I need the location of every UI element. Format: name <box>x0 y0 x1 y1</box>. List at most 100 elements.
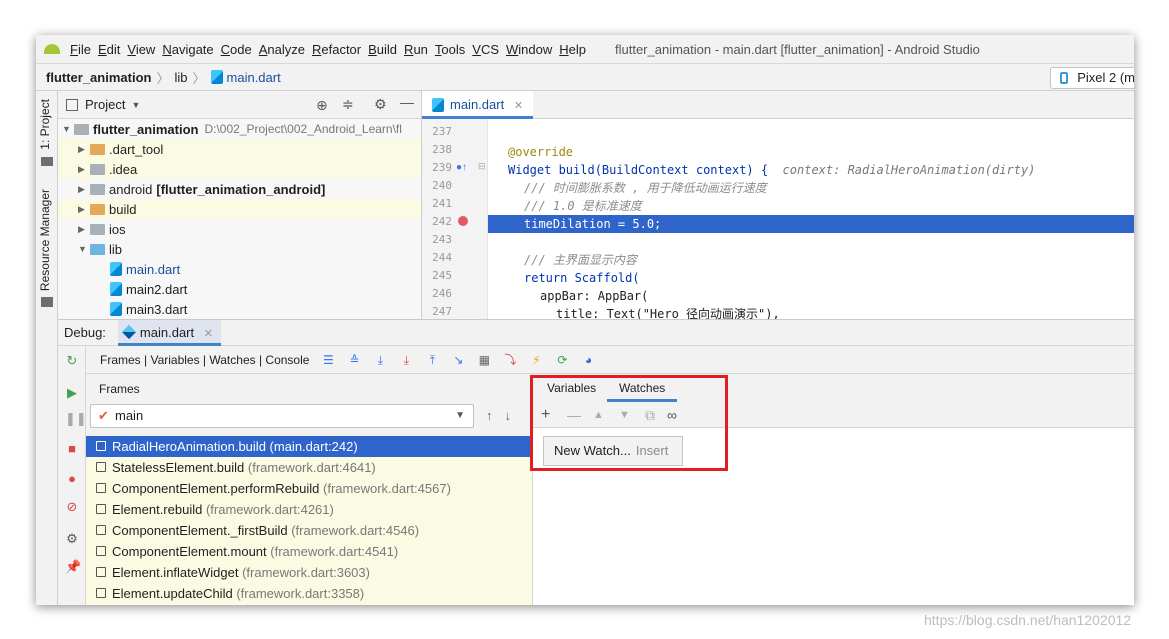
menu-tools[interactable]: Tools <box>435 42 472 57</box>
minimize-icon[interactable]: — <box>400 94 414 110</box>
project-view-dropdown[interactable]: Project <box>85 97 125 112</box>
stop-icon[interactable]: ■ <box>65 442 79 456</box>
menu-help[interactable]: Help <box>559 42 593 57</box>
menu-run[interactable]: Run <box>404 42 435 57</box>
collapsed-arrow-icon[interactable]: ▶ <box>78 204 90 215</box>
menu-edit[interactable]: Edit <box>98 42 127 57</box>
tree-item-android[interactable]: ▶ android [flutter_animation_android] <box>58 179 421 199</box>
root-name: flutter_animation <box>93 121 199 137</box>
frame-row[interactable]: ComponentElement.mount (framework.dart:4… <box>86 541 532 562</box>
step-into-icon[interactable]: ⤓ <box>399 353 413 367</box>
breakpoint-icon[interactable] <box>458 216 468 226</box>
menu-window[interactable]: Window <box>506 42 559 57</box>
breadcrumb-project[interactable]: flutter_animation <box>46 70 151 85</box>
frame-row[interactable]: Element.rebuild (framework.dart:4261) <box>86 499 532 520</box>
expanded-arrow-icon[interactable]: ▼ <box>62 124 74 134</box>
thread-selector[interactable]: ✔ main ▼ <box>90 404 474 428</box>
menu-file[interactable]: File <box>70 42 98 57</box>
layout-menu-icon[interactable]: ☰ <box>321 353 335 367</box>
collapsed-arrow-icon[interactable]: ▶ <box>78 144 90 155</box>
frame-row[interactable]: Element.inflateWidget (framework.dart:36… <box>86 562 532 583</box>
frames-header: Frames <box>99 382 140 396</box>
frame-row[interactable]: StatelessElement.build (framework.dart:4… <box>86 457 532 478</box>
collapsed-arrow-icon[interactable]: ▶ <box>78 184 90 195</box>
settings-icon[interactable]: ⚙ <box>65 532 79 546</box>
line-number: 237 <box>432 125 452 138</box>
breadcrumb-folder[interactable]: lib <box>174 70 187 85</box>
evaluate-expression-icon[interactable]: ▦ <box>477 353 491 367</box>
tree-item-main2-dart[interactable]: main2.dart <box>58 279 421 299</box>
tree-item-dart-tool[interactable]: ▶ .dart_tool <box>58 139 421 159</box>
menu-build[interactable]: Build <box>368 42 404 57</box>
step-out-icon[interactable]: ⤒ <box>425 353 439 367</box>
pause-icon[interactable]: ❚❚ <box>65 412 87 426</box>
tab-main-dart[interactable]: main.dart ✕ <box>422 91 534 119</box>
frame-row[interactable]: ComponentElement._firstBuild (framework.… <box>86 520 532 541</box>
frames-list: RadialHeroAnimation.build (main.dart:242… <box>86 436 532 605</box>
line-number: 243 <box>432 233 452 246</box>
code-line: @override <box>508 145 574 159</box>
view-breakpoints-icon[interactable]: ● <box>65 472 79 486</box>
menu-analyze[interactable]: Analyze <box>259 42 312 57</box>
tree-item-label: .idea <box>109 161 138 177</box>
menu-vcs[interactable]: VCS <box>472 42 506 57</box>
drop-frame-icon[interactable]: ⤵ <box>503 353 517 367</box>
tree-item-lib[interactable]: ▼ lib <box>58 239 421 259</box>
device-selector[interactable]: Pixel 2 (m <box>1050 67 1134 89</box>
frame-row[interactable]: ComponentElement.performRebuild (framewo… <box>86 478 532 499</box>
project-panel: Project ▼ ⊕ ≑ ⚙ — ▼ flutter_animation D:… <box>58 91 422 319</box>
collapsed-arrow-icon[interactable]: ▶ <box>78 224 90 235</box>
line-number: 242 <box>432 215 452 228</box>
code-editor: main.dart ✕ 237 238 239 240 241 242 243 … <box>422 91 1134 319</box>
tree-item-ios[interactable]: ▶ ios <box>58 219 421 239</box>
breadcrumb-file[interactable]: main.dart <box>227 70 281 85</box>
debug-tab-label: main.dart <box>139 324 195 340</box>
menu-bar: File Edit View Navigate Code Analyze Ref… <box>36 35 1134 63</box>
resume-icon[interactable]: ▶ <box>65 386 79 400</box>
expanded-arrow-icon[interactable]: ▼ <box>78 244 90 254</box>
show-execution-point-icon[interactable]: ≙ <box>347 353 361 367</box>
collapsed-arrow-icon[interactable]: ▶ <box>78 164 90 175</box>
module-folder-icon <box>74 123 89 135</box>
hot-restart-icon[interactable]: ⟳ <box>555 353 569 367</box>
project-tool-tab[interactable]: 1: Project <box>38 99 52 150</box>
layout-tabs-label[interactable]: Frames | Variables | Watches | Console <box>100 353 309 367</box>
hot-reload-icon[interactable]: ⚡ <box>529 353 543 367</box>
tree-item-idea[interactable]: ▶ .idea <box>58 159 421 179</box>
resource-manager-tab[interactable]: Resource Manager <box>38 189 52 291</box>
locate-icon[interactable]: ⊕ <box>316 97 328 114</box>
frame-row[interactable]: Element.updateChild (framework.dart:3358… <box>86 583 532 604</box>
fold-icon[interactable]: ⊟ <box>478 161 486 172</box>
close-icon[interactable]: ✕ <box>204 328 213 340</box>
mute-breakpoints-icon[interactable]: ⊘ <box>65 500 79 514</box>
code-line: return Scaffold( <box>524 271 640 285</box>
thread-name: main <box>115 408 144 423</box>
folder-icon <box>90 143 105 155</box>
pin-icon[interactable]: 📌 <box>65 560 81 574</box>
rerun-icon[interactable]: ↻ <box>65 354 79 368</box>
override-marker-icon[interactable]: ●↑ <box>456 162 467 173</box>
close-icon[interactable]: ✕ <box>514 100 523 112</box>
tree-item-main-dart[interactable]: main.dart <box>58 259 421 279</box>
frame-row[interactable]: RadialHeroAnimation.build (main.dart:242… <box>86 436 532 457</box>
menu-navigate[interactable]: Navigate <box>162 42 220 57</box>
code-area[interactable]: @override Widget build(BuildContext cont… <box>488 119 1134 319</box>
tree-item-main3-dart[interactable]: main3.dart <box>58 299 421 319</box>
check-icon: ✔ <box>98 408 109 423</box>
tree-root[interactable]: ▼ flutter_animation D:\002_Project\002_A… <box>58 119 421 139</box>
devtools-icon[interactable]: ◕ <box>581 353 595 367</box>
phone-icon <box>1060 72 1069 84</box>
step-over-icon[interactable]: ⤓ <box>373 353 387 367</box>
debug-session-tab[interactable]: main.dart ✕ <box>117 319 221 346</box>
menu-view[interactable]: View <box>127 42 162 57</box>
collapse-icon[interactable]: ≑ <box>342 96 354 113</box>
chevron-down-icon[interactable]: ▼ <box>131 100 140 110</box>
menu-code[interactable]: Code <box>221 42 259 57</box>
frame-navigation-arrows-icon[interactable]: ↑↓ <box>486 408 523 423</box>
tree-item-build[interactable]: ▶ build <box>58 199 421 219</box>
menu-refactor[interactable]: Refactor <box>312 42 368 57</box>
chevron-down-icon[interactable]: ▼ <box>455 405 465 427</box>
run-to-cursor-icon[interactable]: ↘ <box>451 353 465 367</box>
breadcrumb-separator-icon: 〉 <box>192 70 206 86</box>
gear-icon[interactable]: ⚙ <box>374 96 387 113</box>
